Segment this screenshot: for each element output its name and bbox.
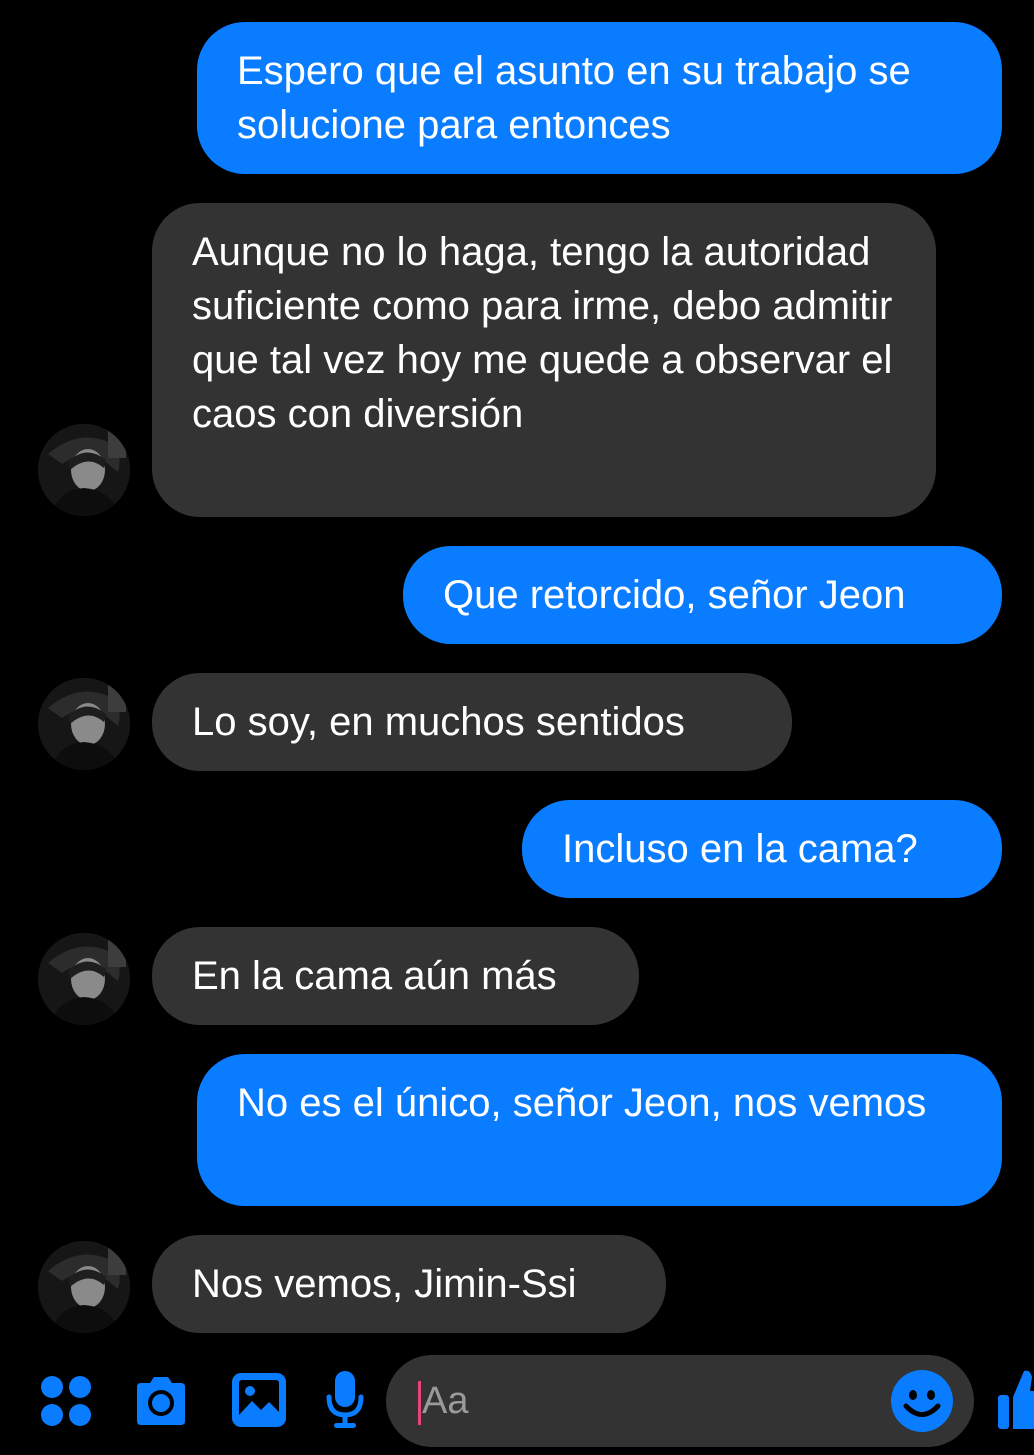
- message-text: Que retorcido, señor Jeon: [443, 573, 906, 617]
- incoming-message[interactable]: Nos vemos, Jimin-Ssi: [152, 1235, 666, 1333]
- emoji-button[interactable]: [890, 1369, 954, 1433]
- contact-avatar[interactable]: [38, 424, 130, 516]
- outgoing-message[interactable]: Espero que el asunto en su trabajo se so…: [197, 22, 1002, 174]
- camera-icon: [137, 1377, 185, 1425]
- contact-avatar[interactable]: [38, 1241, 130, 1333]
- gallery-button[interactable]: [230, 1371, 288, 1429]
- more-apps-button[interactable]: [40, 1375, 92, 1427]
- avatar-photo-icon: [38, 424, 130, 516]
- avatar-photo-icon: [38, 678, 130, 770]
- voice-message-button[interactable]: [325, 1369, 365, 1431]
- message-input-placeholder: Aa: [422, 1380, 469, 1422]
- outgoing-message[interactable]: Incluso en la cama?: [522, 800, 1002, 898]
- contact-avatar[interactable]: [38, 678, 130, 770]
- outgoing-message[interactable]: No es el único, señor Jeon, nos vemos: [197, 1054, 1002, 1206]
- camera-button[interactable]: [131, 1371, 191, 1431]
- message-text: En la cama aún más: [192, 954, 557, 998]
- microphone-icon: [326, 1371, 364, 1428]
- message-input[interactable]: Aa: [386, 1355, 974, 1447]
- message-text: Espero que el asunto en su trabajo se so…: [237, 49, 911, 147]
- avatar-photo-icon: [38, 1241, 130, 1333]
- message-text: Lo soy, en muchos sentidos: [192, 700, 685, 744]
- incoming-message[interactable]: Lo soy, en muchos sentidos: [152, 673, 792, 771]
- contact-avatar[interactable]: [38, 933, 130, 1025]
- more-apps-icon: [41, 1376, 91, 1426]
- message-text: No es el único, señor Jeon, nos vemos: [237, 1081, 927, 1125]
- message-text: Incluso en la cama?: [562, 827, 918, 871]
- avatar-photo-icon: [38, 933, 130, 1025]
- message-composer: Aa: [0, 1345, 1034, 1455]
- message-text: Aunque no lo haga, tengo la autoridad su…: [192, 230, 893, 436]
- message-text: Nos vemos, Jimin-Ssi: [192, 1262, 577, 1306]
- chat-screen: Espero que el asunto en su trabajo se so…: [0, 0, 1034, 1455]
- incoming-message[interactable]: En la cama aún más: [152, 927, 639, 1025]
- thumbs-up-icon: [998, 1370, 1034, 1429]
- emoji-icon: [891, 1370, 953, 1432]
- like-button[interactable]: [996, 1367, 1034, 1433]
- incoming-message[interactable]: Aunque no lo haga, tengo la autoridad su…: [152, 203, 936, 517]
- outgoing-message[interactable]: Que retorcido, señor Jeon: [403, 546, 1002, 644]
- gallery-icon: [232, 1373, 286, 1427]
- text-caret: [418, 1381, 421, 1425]
